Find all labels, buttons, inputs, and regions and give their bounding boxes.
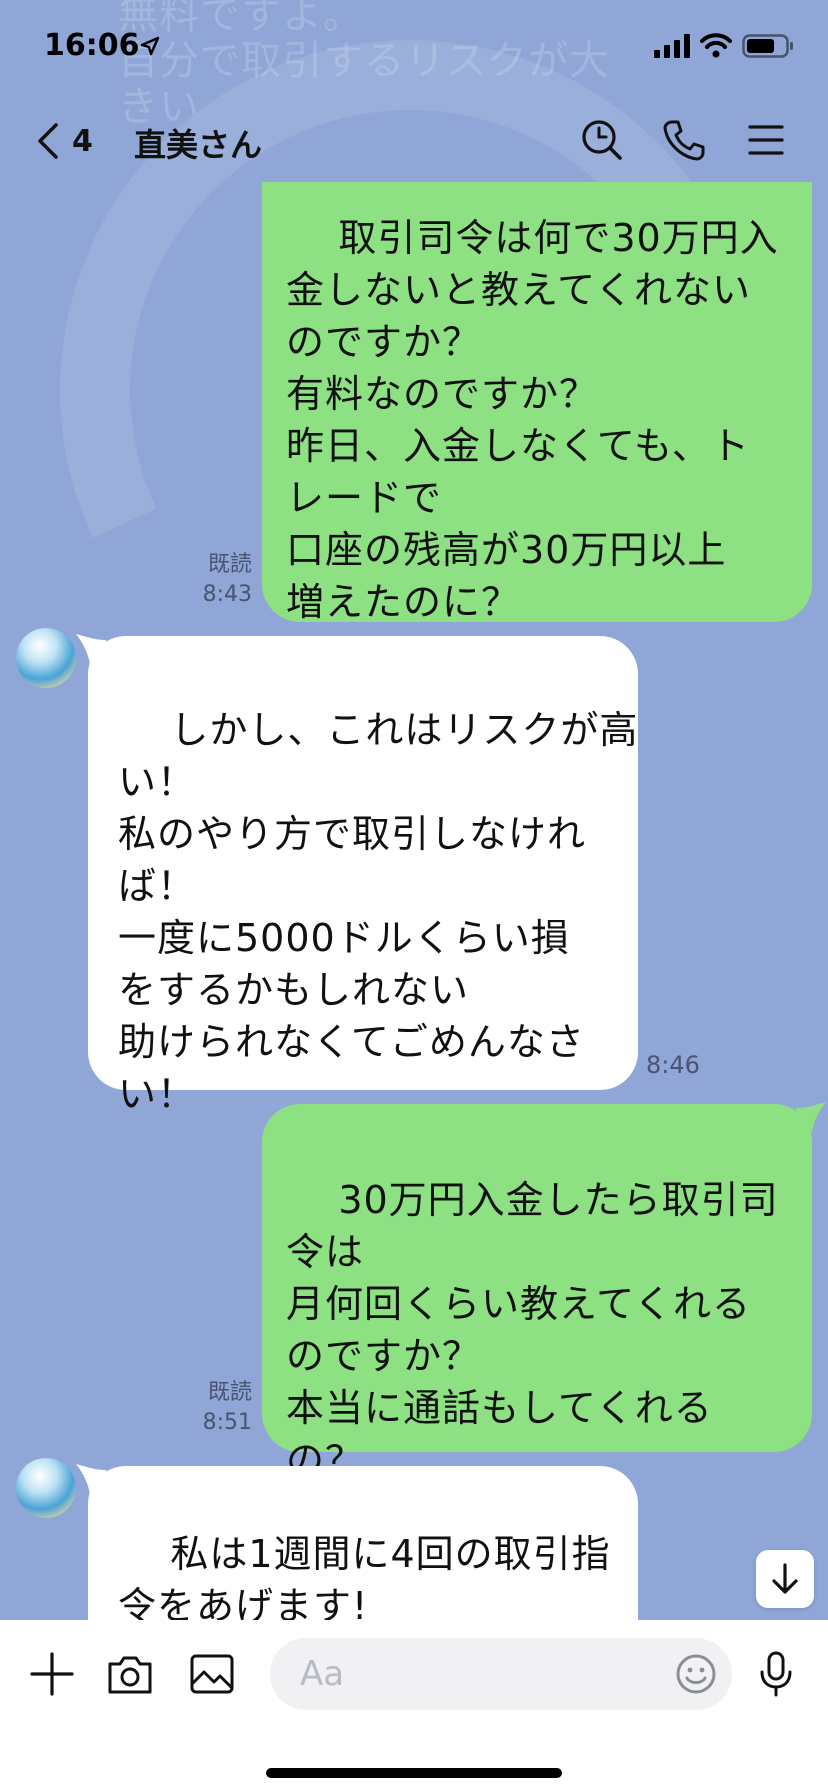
message-text-input[interactable] (270, 1638, 732, 1710)
message-text: 私は1週間に4回の取引指 令をあげます! お金を稼いでから通話しま (118, 1532, 611, 1620)
message-text: 取引司令は何で30万円入 金しないと教えてくれない のですか？ 有料なのですか？… (286, 216, 779, 624)
location-arrow-icon (140, 36, 160, 56)
message-time: 8:51 (202, 1410, 252, 1435)
message-time: 8:43 (202, 582, 252, 607)
message-text: 30万円入金したら取引司 令は 月何回くらい教えてくれる のですか？ 本当に通話… (286, 1178, 779, 1482)
status-bar: 16:06 (0, 0, 828, 100)
message-input-bar (0, 1620, 828, 1792)
home-indicator (266, 1768, 562, 1778)
message-text: しかし、これはリスクが高 い！ 私のやり方で取引しなけれ ば！ 一度に5000ド… (118, 708, 639, 1116)
chevron-left-icon (38, 123, 58, 159)
avatar[interactable] (16, 628, 76, 688)
wifi-icon (700, 33, 732, 58)
read-receipt: 既読 (207, 1380, 252, 1405)
scroll-to-bottom-button[interactable] (756, 1550, 814, 1608)
chat-header: 4 直美さん (0, 100, 828, 182)
camera-icon[interactable] (106, 1650, 154, 1698)
unread-count: 4 (72, 123, 93, 159)
incoming-message-bubble[interactable]: 私は1週間に4回の取引指 令をあげます! お金を稼いでから通話しま (88, 1466, 638, 1620)
message-time: 8:46 (646, 1051, 700, 1079)
message-list[interactable]: 取引司令は何で30万円入 金しないと教えてくれない のですか？ 有料なのですか？… (0, 182, 828, 1620)
incoming-message-bubble[interactable]: しかし、これはリスクが高 い！ 私のやり方で取引しなけれ ば！ 一度に5000ド… (88, 636, 638, 1116)
search-icon[interactable] (580, 118, 624, 162)
back-button[interactable]: 4 (34, 118, 93, 164)
outgoing-message-bubble[interactable]: 30万円入金したら取引司 令は 月何回くらい教えてくれる のですか？ 本当に通話… (262, 1104, 812, 1482)
menu-icon[interactable] (744, 118, 788, 162)
read-receipt: 既読 (207, 552, 252, 577)
cellular-signal-icon (654, 34, 690, 58)
plus-icon[interactable] (28, 1650, 76, 1698)
emoji-icon[interactable] (674, 1652, 718, 1696)
avatar[interactable] (16, 1458, 76, 1518)
status-time: 16:06 (44, 28, 140, 63)
chat-title: 直美さん (134, 126, 263, 164)
phone-call-icon[interactable] (662, 118, 706, 162)
image-icon[interactable] (188, 1650, 236, 1698)
battery-icon (742, 34, 793, 58)
microphone-icon[interactable] (752, 1650, 800, 1698)
message-meta: 既読 8:51 (190, 1378, 252, 1438)
arrow-down-icon (772, 1563, 798, 1594)
outgoing-message-bubble[interactable]: 取引司令は何で30万円入 金しないと教えてくれない のですか？ 有料なのですか？… (262, 182, 812, 624)
message-meta: 既読 8:43 (190, 550, 252, 610)
